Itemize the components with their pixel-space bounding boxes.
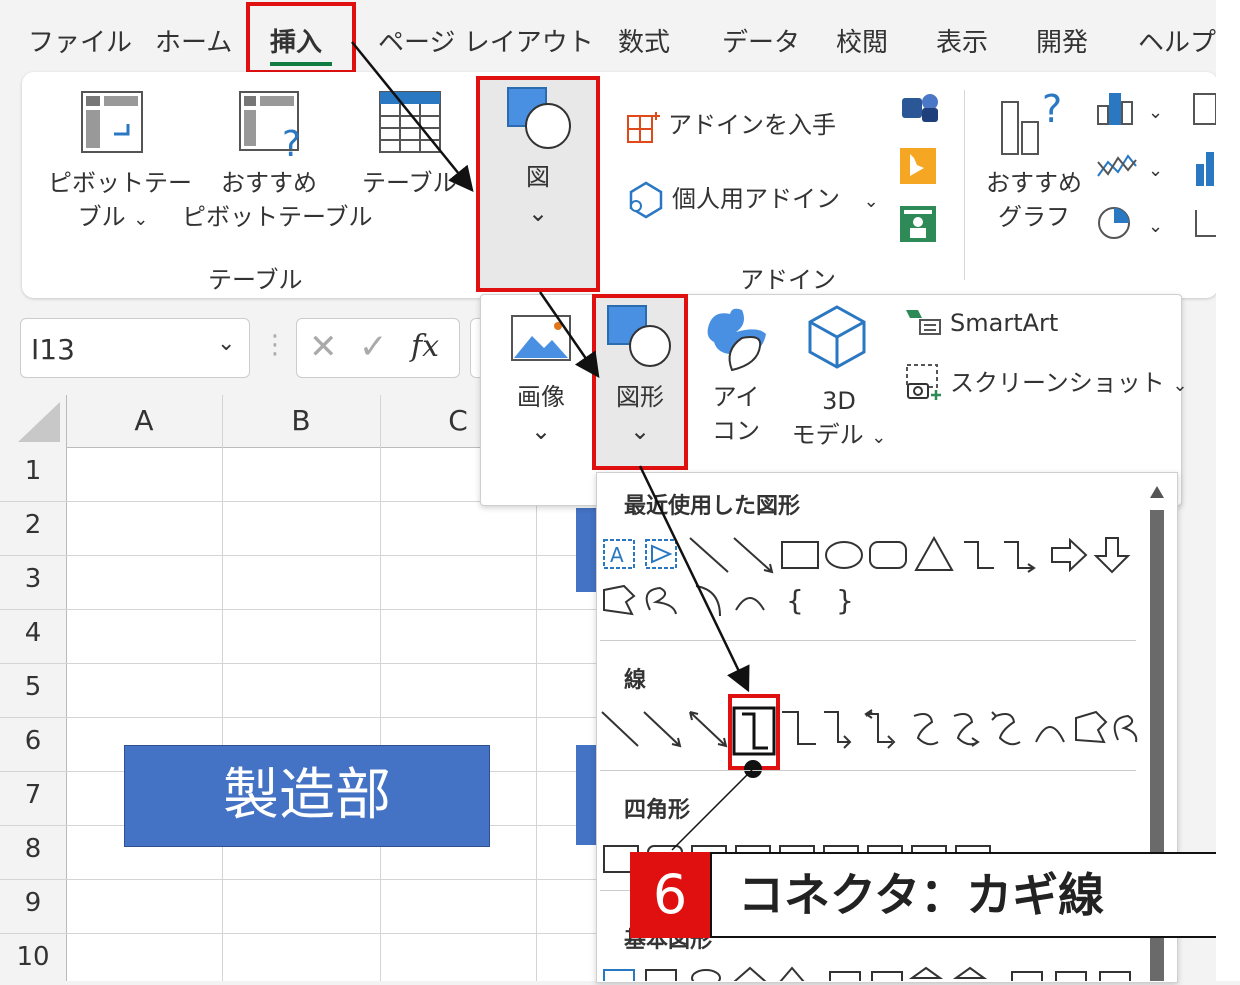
window-edge bbox=[1216, 0, 1240, 981]
annotation-arrows bbox=[351, 41, 753, 851]
